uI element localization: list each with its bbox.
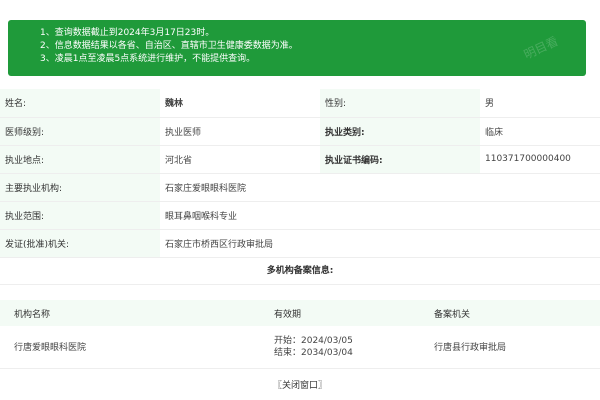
notice-line: 3、凌晨1点至凌晨5点系统进行维护，不能提供查询。	[40, 54, 256, 64]
notice-banner: 1、查询数据截止到2024年3月17日23时。 2、信息数据结果以各省、自治区、…	[8, 20, 586, 76]
period-end: 结束：2034/03/04	[274, 347, 353, 358]
gender-label: 性别:	[320, 89, 480, 118]
category-label: 执业类别:	[320, 117, 480, 146]
period-start: 开始：2024/03/05	[274, 335, 353, 346]
institution-value: 石家庄爱眼眼科医院	[160, 173, 600, 202]
location-value: 河北省	[160, 145, 320, 174]
doctor-info-table: 姓名: 魏林 性别: 男 医师级别: 执业医师 执业类别: 临床 执业地点: 河…	[0, 89, 600, 258]
column-header-period: 有效期	[260, 300, 420, 326]
info-row-scope: 执业范围: 眼耳鼻咽喉科专业	[0, 201, 600, 230]
name-value: 魏林	[160, 89, 320, 118]
info-row-name: 姓名: 魏林 性别: 男	[0, 89, 600, 118]
info-row-level: 医师级别: 执业医师 执业类别: 临床	[0, 117, 600, 146]
scope-label: 执业范围:	[0, 201, 160, 230]
scope-value: 眼耳鼻咽喉科专业	[160, 201, 600, 230]
table-header-row: 机构名称 有效期 备案机关	[0, 300, 600, 326]
location-label: 执业地点:	[0, 145, 160, 174]
name-label: 姓名:	[0, 89, 160, 118]
table-row: 行唐爱眼眼科医院 开始：2024/03/05 结束：2034/03/04 行唐县…	[0, 326, 600, 369]
institution-label: 主要执业机构:	[0, 173, 160, 202]
cert-value: 110371700000400	[480, 145, 600, 174]
level-label: 医师级别:	[0, 117, 160, 146]
authority-cell: 行唐县行政审批局	[420, 326, 600, 369]
info-row-institution: 主要执业机构: 石家庄爱眼眼科医院	[0, 173, 600, 202]
validity-period-cell: 开始：2024/03/05 结束：2034/03/04	[260, 326, 420, 369]
info-row-issuer: 发证(批准)机关: 石家庄市桥西区行政审批局	[0, 229, 600, 258]
category-value: 临床	[480, 117, 600, 146]
multi-institution-title: 多机构备案信息:	[0, 257, 600, 285]
info-row-location: 执业地点: 河北省 执业证书编码: 110371700000400	[0, 145, 600, 174]
multi-institution-table: 机构名称 有效期 备案机关 行唐爱眼眼科医院 开始：2024/03/05 结束：…	[0, 300, 600, 369]
issuer-value: 石家庄市桥西区行政审批局	[160, 229, 600, 258]
gender-value: 男	[480, 89, 600, 118]
institution-name-cell: 行唐爱眼眼科医院	[0, 326, 260, 369]
column-header-authority: 备案机关	[420, 300, 600, 326]
issuer-label: 发证(批准)机关:	[0, 229, 160, 258]
close-window-button[interactable]: 〖关闭窗口〗	[0, 378, 600, 391]
level-value: 执业医师	[160, 117, 320, 146]
column-header-name: 机构名称	[0, 300, 260, 326]
cert-label: 执业证书编码:	[320, 145, 480, 174]
